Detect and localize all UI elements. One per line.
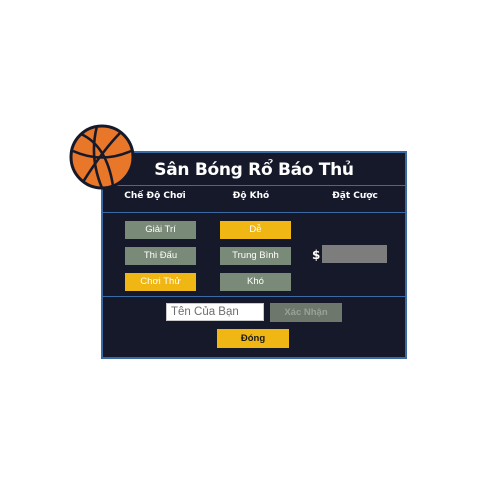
basketball-icon xyxy=(69,124,135,190)
options-divider xyxy=(103,296,405,297)
mode-button-practice[interactable]: Chơi Thử xyxy=(125,273,196,291)
title-divider xyxy=(103,185,405,186)
close-button[interactable]: Đóng xyxy=(217,329,289,348)
mode-button-competition[interactable]: Thi Đấu xyxy=(125,247,196,265)
header-divider xyxy=(103,212,405,213)
game-setup-dialog: Sân Bóng Rổ Báo Thủ Chế Độ Chơi Độ Khó Đ… xyxy=(101,151,407,359)
bet-amount-input[interactable] xyxy=(322,245,387,263)
player-name-input[interactable] xyxy=(166,303,264,321)
currency-symbol: $ xyxy=(312,248,321,262)
difficulty-column-header: Độ Khó xyxy=(232,191,270,201)
difficulty-button-hard[interactable]: Khó xyxy=(220,273,291,291)
mode-column-header: Chế Độ Chơi xyxy=(124,191,186,201)
mode-button-entertainment[interactable]: Giải Trí xyxy=(125,221,196,239)
dialog-title: Sân Bóng Rổ Báo Thủ xyxy=(154,160,354,180)
difficulty-button-easy[interactable]: Dễ xyxy=(220,221,291,239)
confirm-button[interactable]: Xác Nhận xyxy=(270,303,342,322)
difficulty-button-medium[interactable]: Trung Bình xyxy=(220,247,291,265)
bet-column-header: Đặt Cược xyxy=(332,191,378,201)
